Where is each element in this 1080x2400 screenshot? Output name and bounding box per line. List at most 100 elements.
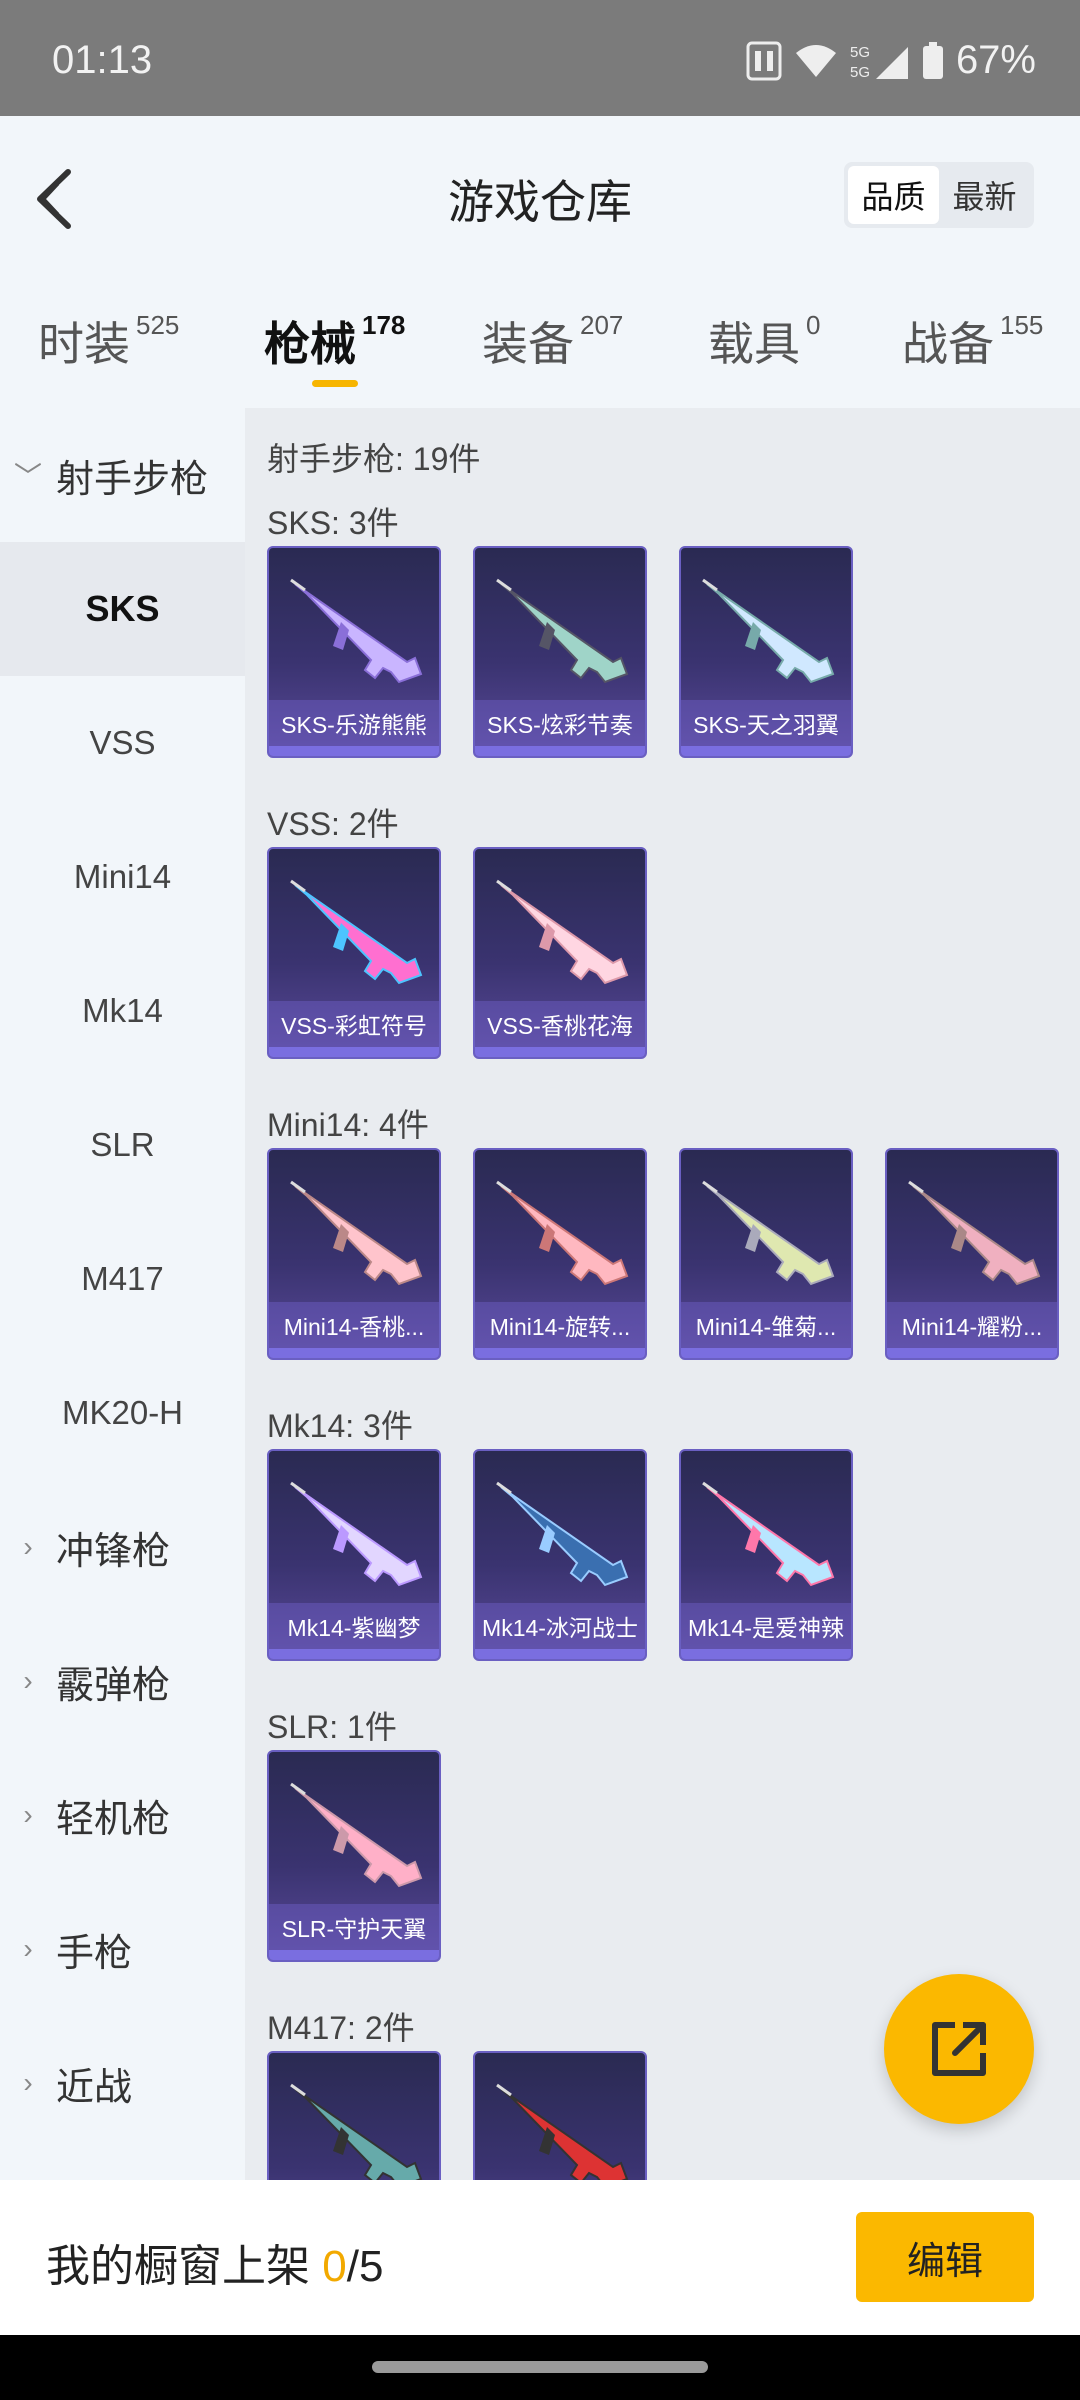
showcase-label-text: 我的橱窗上架 xyxy=(46,2242,323,2291)
rifle-icon xyxy=(702,1481,835,1587)
skin-name: SKS-天之羽翼 xyxy=(681,700,851,746)
weapon-sidebar: ﹀ 射手步枪 SKS VSS Mini14 Mk14 SLR M417 MK20… xyxy=(0,408,245,2180)
sidebar-item-vss[interactable]: VSS xyxy=(0,676,245,810)
rarity-bar xyxy=(269,1649,439,1659)
sidebar-category-label: 轻机枪 xyxy=(56,1798,171,1841)
home-gesture-pill[interactable] xyxy=(372,2361,708,2373)
sidebar-category-label: 霰弹枪 xyxy=(56,1664,171,1707)
tab-vehicles[interactable]: 载具 0 xyxy=(708,308,820,374)
share-external-icon xyxy=(932,2022,986,2076)
skin-card[interactable] xyxy=(267,2051,441,2180)
rifle-icon xyxy=(908,1180,1041,1286)
signal-icon: 5G5G xyxy=(850,44,908,81)
section-title: VSS: 2件 xyxy=(267,806,399,842)
sidebar-category-pistol[interactable]: › 手枪 xyxy=(0,1882,245,2016)
skin-card[interactable]: SKS-炫彩节奏 xyxy=(473,546,647,758)
sidebar-category-melee[interactable]: › 近战 xyxy=(0,2016,245,2150)
skin-card[interactable]: Mk14-冰河战士 xyxy=(473,1449,647,1661)
rifle-icon xyxy=(496,1180,629,1286)
sort-newest-button[interactable]: 最新 xyxy=(939,166,1030,224)
rarity-bar xyxy=(269,1348,439,1358)
sidebar-category-smg[interactable]: › 冲锋枪 xyxy=(0,1480,245,1614)
section-title: Mk14: 3件 xyxy=(267,1408,413,1444)
weapon-grid: 射手步枪: 19件 SKS: 3件 SKS-乐游熊熊 SKS-炫彩节奏 SKS-天之羽… xyxy=(245,408,1080,2180)
skin-name: SKS-炫彩节奏 xyxy=(475,700,645,746)
tab-active-indicator xyxy=(312,380,358,387)
nfc-icon xyxy=(746,41,782,80)
skin-name: Mini14-耀粉... xyxy=(887,1302,1057,1348)
tab-label: 枪械 xyxy=(264,318,356,370)
sidebar-item-mini14[interactable]: Mini14 xyxy=(0,810,245,944)
chevron-right-icon: › xyxy=(23,2067,33,2098)
tab-fashion[interactable]: 时装 525 xyxy=(38,308,179,374)
rifle-icon xyxy=(290,879,423,985)
rarity-bar xyxy=(681,746,851,756)
showcase-label: 我的橱窗上架 0/5 xyxy=(46,2230,383,2294)
sidebar-category-lmg[interactable]: › 轻机枪 xyxy=(0,1748,245,1882)
tab-label: 时装 xyxy=(38,318,130,370)
sidebar-item-slr[interactable]: SLR xyxy=(0,1078,245,1212)
edit-button[interactable]: 编辑 xyxy=(856,2212,1034,2302)
tab-label: 装备 xyxy=(482,318,574,370)
skin-card[interactable]: Mk14-是爱神辣 xyxy=(679,1449,853,1661)
skin-card[interactable]: Mini14-耀粉... xyxy=(885,1148,1059,1360)
rifle-icon xyxy=(290,1180,423,1286)
skin-card[interactable]: Mini14-雏菊... xyxy=(679,1148,853,1360)
rifle-icon xyxy=(702,578,835,684)
svg-text:5G: 5G xyxy=(850,44,870,61)
rarity-bar xyxy=(475,1649,645,1659)
skin-card[interactable]: SKS-乐游熊熊 xyxy=(267,546,441,758)
tab-guns[interactable]: 枪械 178 xyxy=(264,308,406,387)
skin-card[interactable]: Mini14-旋转... xyxy=(473,1148,647,1360)
skin-name: VSS-香桃花海 xyxy=(475,1001,645,1047)
skin-card[interactable]: SKS-天之羽翼 xyxy=(679,546,853,758)
rarity-bar xyxy=(475,1047,645,1057)
skin-card[interactable] xyxy=(473,2051,647,2180)
tab-count: 525 xyxy=(136,310,180,340)
sidebar-category-shotgun[interactable]: › 霰弹枪 xyxy=(0,1614,245,1748)
chevron-right-icon: › xyxy=(23,1933,33,1964)
rarity-bar xyxy=(681,1348,851,1358)
category-tabs: 时装 525 枪械 178 装备 207 载具 0 战备 155 xyxy=(0,276,1080,408)
rarity-bar xyxy=(269,1047,439,1057)
chevron-down-icon: ﹀ xyxy=(13,461,42,492)
skin-name: Mini14-旋转... xyxy=(475,1302,645,1348)
skin-name: Mk14-冰河战士 xyxy=(475,1603,645,1649)
rarity-bar xyxy=(269,746,439,756)
skin-card[interactable]: Mk14-紫幽梦 xyxy=(267,1449,441,1661)
battery-level: 67% xyxy=(955,38,1036,82)
sort-quality-button[interactable]: 品质 xyxy=(848,166,939,224)
rifle-icon xyxy=(702,1180,835,1286)
rarity-bar xyxy=(681,1649,851,1659)
showcase-current-count: 0 xyxy=(322,2242,347,2291)
tab-count: 178 xyxy=(362,310,406,340)
skin-name: Mini14-香桃... xyxy=(269,1302,439,1348)
app-header: 游戏仓库 品质 最新 xyxy=(0,116,1080,276)
section-title: M417: 2件 xyxy=(267,2010,415,2046)
rifle-icon xyxy=(290,1782,423,1888)
section-title: SKS: 3件 xyxy=(267,505,399,541)
battery-icon xyxy=(922,41,943,79)
rifle-icon xyxy=(290,578,423,684)
system-nav-bar xyxy=(0,2335,1080,2400)
tab-supplies[interactable]: 战备 155 xyxy=(902,308,1043,374)
skin-name: VSS-彩虹符号 xyxy=(269,1001,439,1047)
skin-card[interactable]: Mini14-香桃... xyxy=(267,1148,441,1360)
sidebar-item-m417[interactable]: M417 xyxy=(0,1212,245,1346)
sidebar-item-mk14[interactable]: Mk14 xyxy=(0,944,245,1078)
sidebar-item-sks[interactable]: SKS xyxy=(0,542,245,676)
skin-card[interactable]: VSS-彩虹符号 xyxy=(267,847,441,1059)
status-icons: 5G 5G 67% xyxy=(746,38,1036,83)
skin-name: SLR-守护天翼 xyxy=(269,1904,439,1950)
skin-card[interactable]: VSS-香桃花海 xyxy=(473,847,647,1059)
skin-card[interactable]: SLR-守护天翼 xyxy=(267,1750,441,1962)
sidebar-item-mk20h[interactable]: MK20-H xyxy=(0,1346,245,1480)
tab-count: 0 xyxy=(806,310,821,340)
section-title: SLR: 1件 xyxy=(267,1709,397,1745)
summary-title: 射手步枪: 19件 xyxy=(267,441,481,477)
skin-name: Mini14-雏菊... xyxy=(681,1302,851,1348)
tab-label: 战备 xyxy=(902,318,994,370)
sidebar-category-marksman-rifles[interactable]: ﹀ 射手步枪 xyxy=(0,408,245,542)
tab-equipment[interactable]: 装备 207 xyxy=(482,308,623,374)
share-button[interactable] xyxy=(884,1974,1034,2124)
